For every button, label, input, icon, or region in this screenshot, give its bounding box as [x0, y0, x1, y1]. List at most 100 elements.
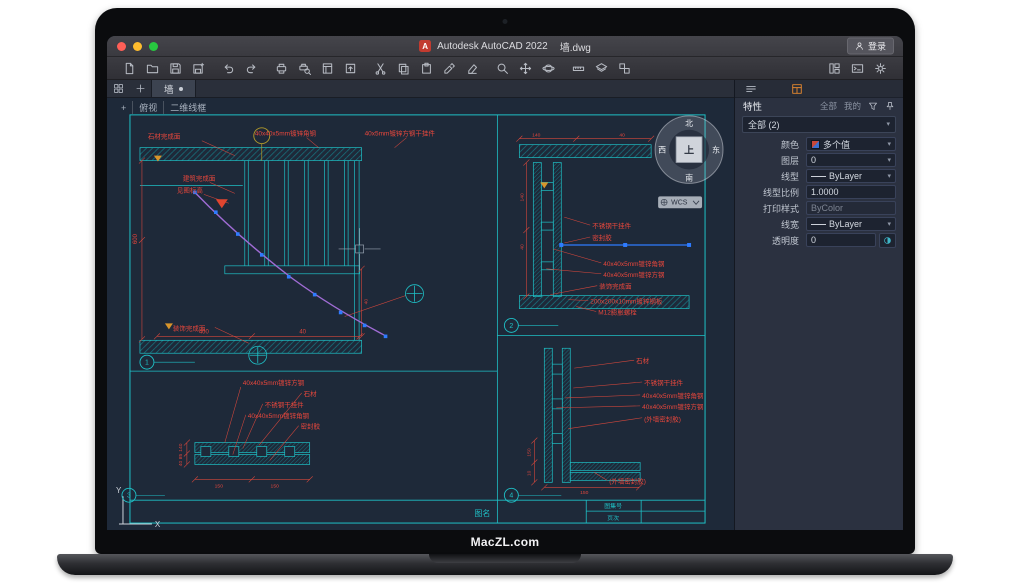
pin-icon[interactable]: [885, 101, 895, 111]
zoom-button[interactable]: [149, 42, 158, 51]
prop-row-layer: 图层0▾: [735, 152, 903, 168]
publish-icon[interactable]: [344, 62, 357, 75]
wcs-selector[interactable]: WCS: [658, 196, 702, 208]
panel-icon-row: [735, 80, 903, 98]
cad-annotation: 40x40x5mm镀锌方钢: [642, 402, 703, 411]
tab-drawing-wall[interactable]: 墙: [151, 80, 196, 97]
prop-value-text: ByLayer: [829, 171, 862, 181]
transparency-picker-button[interactable]: [879, 233, 896, 248]
save-as-icon[interactable]: [192, 62, 205, 75]
save-icon[interactable]: [169, 62, 182, 75]
measure-icon[interactable]: [572, 62, 585, 75]
cad-annotation: 装饰完成面: [599, 282, 632, 291]
cad-annotation: 40x40x5mm镀锌角钢: [603, 259, 664, 268]
viewport-control-visual-style[interactable]: 二维线框: [163, 101, 212, 114]
toolbar: [107, 57, 903, 80]
tool-palettes-icon[interactable]: [828, 62, 841, 75]
drawing-tabs: 墙: [107, 80, 734, 98]
cad-annotation: 150: [526, 448, 532, 457]
paste-icon[interactable]: [420, 62, 433, 75]
svg-text:1: 1: [145, 360, 149, 367]
pan-icon[interactable]: [519, 62, 532, 75]
match-properties-icon[interactable]: [443, 62, 456, 75]
prop-value-lineweight[interactable]: ByLayer▾: [806, 217, 896, 231]
viewport-control-view[interactable]: 俯视: [132, 101, 163, 114]
titlebar[interactable]: A Autodesk AutoCAD 2022 墙.dwg 登录: [107, 36, 903, 57]
drawing-area-column: 墙: [107, 80, 734, 530]
cad-annotation: 石材: [636, 356, 650, 365]
layers-icon[interactable]: [595, 62, 608, 75]
compass-south-label[interactable]: 南: [685, 172, 693, 182]
settings-icon[interactable]: [874, 62, 887, 75]
open-folder-icon[interactable]: [146, 62, 159, 75]
detail-bubble-1: 1: [140, 355, 154, 369]
webcam-dot: [503, 19, 508, 24]
command-line-icon[interactable]: [851, 62, 864, 75]
selected-spline[interactable]: [195, 192, 387, 336]
new-file-icon[interactable]: [123, 62, 136, 75]
chevron-down-icon: ▾: [887, 173, 891, 180]
quick-properties-icon[interactable]: [791, 83, 803, 95]
minimize-button[interactable]: [133, 42, 142, 51]
close-button[interactable]: [117, 42, 126, 51]
orbit-icon[interactable]: [542, 62, 555, 75]
cad-annotation: 40: [178, 460, 184, 466]
prop-value-layer[interactable]: 0▾: [806, 153, 896, 167]
prop-value-linetype[interactable]: ByLayer ▾: [806, 169, 896, 183]
toolbar-group-3: [275, 62, 357, 75]
selection-filter-dropdown[interactable]: 全部 (2) ▾: [742, 116, 896, 133]
new-tab-plus-icon[interactable]: [129, 80, 151, 97]
undo-icon[interactable]: [222, 62, 235, 75]
page-setup-icon[interactable]: [321, 62, 334, 75]
prop-label-color: 颜色: [735, 138, 806, 151]
wcs-label: WCS: [671, 200, 688, 207]
viewport-control-menu[interactable]: +: [115, 103, 132, 113]
window-content: 墙: [107, 80, 903, 530]
cad-annotation: 150: [271, 483, 280, 489]
prop-value-linetype-scale[interactable]: 1.0000: [806, 185, 896, 199]
drawing-canvas[interactable]: 上 北 南 西 东: [107, 98, 734, 530]
laptop-base: [57, 554, 953, 575]
spline-grips[interactable]: [193, 191, 387, 339]
cad-drawing: 上 北 南 西 东: [107, 98, 734, 530]
print-icon[interactable]: [275, 62, 288, 75]
selection-filter-value: 全部 (2): [748, 118, 780, 131]
prop-value-color[interactable]: 多个值▾: [806, 137, 896, 151]
compass-west-label[interactable]: 西: [658, 146, 666, 155]
group-icon[interactable]: [618, 62, 631, 75]
view-compass[interactable]: 上 北 南 西 东: [655, 116, 723, 184]
redo-icon[interactable]: [245, 62, 258, 75]
prop-value-text: 0: [811, 235, 816, 245]
print-preview-icon[interactable]: [298, 62, 311, 75]
erase-icon[interactable]: [466, 62, 479, 75]
toolbar-group-7: [828, 62, 887, 75]
zoom-icon[interactable]: [496, 62, 509, 75]
layout-grid-icon[interactable]: [107, 80, 129, 97]
prop-label-lineweight: 线宽: [735, 218, 806, 231]
prop-value-transparency[interactable]: 0: [806, 233, 876, 247]
palette-menu-icon[interactable]: [745, 83, 757, 95]
linetype-sample: [811, 176, 826, 177]
app-title: Autodesk AutoCAD 2022: [437, 41, 548, 52]
cut-icon[interactable]: [374, 62, 387, 75]
prop-label-transparency: 透明度: [735, 234, 806, 247]
prop-row-color: 颜色多个值▾: [735, 136, 903, 152]
compass-east-label[interactable]: 东: [712, 145, 720, 155]
copy-icon[interactable]: [397, 62, 410, 75]
filter-icon[interactable]: [868, 101, 878, 111]
cad-annotation: 600: [133, 233, 139, 244]
compass-north-label[interactable]: 北: [685, 119, 693, 128]
panel-tab-mine[interactable]: 我的: [844, 100, 861, 112]
toolbar-group-5: [496, 62, 555, 75]
cad-annotation: 40: [619, 133, 625, 139]
prop-row-linetype: 线型ByLayer▾: [735, 168, 903, 184]
ucs-x-label: X: [155, 520, 161, 529]
tab-label: 墙: [164, 82, 174, 96]
chevron-down-icon: ▾: [886, 121, 890, 128]
cad-annotation: 不锈钢干挂件: [592, 221, 631, 230]
login-button[interactable]: 登录: [847, 38, 894, 55]
panel-tab-all[interactable]: 全部: [820, 100, 837, 112]
cad-annotation: 10: [526, 470, 532, 476]
cad-annotation: 建筑完成面: [183, 173, 216, 182]
cad-annotation: 不锈钢干挂件: [265, 400, 304, 409]
